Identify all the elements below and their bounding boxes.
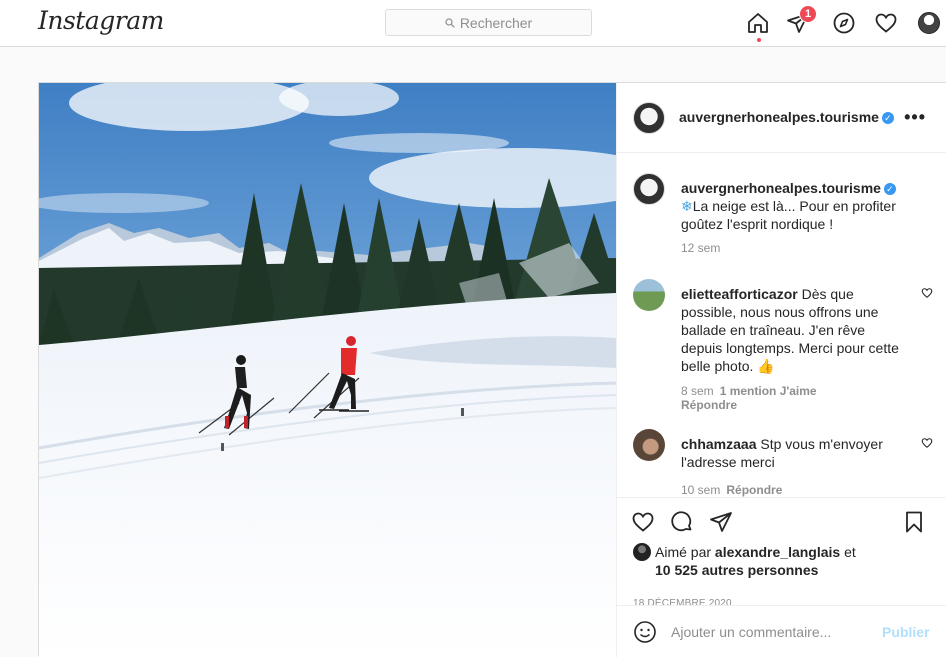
liked-by-and: et [844, 544, 856, 560]
comment-like-icon[interactable] [921, 287, 933, 299]
ski-landscape-image [39, 83, 616, 657]
activity-heart-icon[interactable] [874, 11, 898, 35]
post-photo[interactable] [39, 83, 616, 657]
comment-like-icon[interactable] [921, 437, 933, 449]
liker-avatar[interactable] [633, 543, 651, 561]
explore-icon[interactable] [832, 11, 856, 35]
author-name-row: auvergnerhonealpes.tourisme ✓ [679, 109, 894, 127]
profile-avatar[interactable] [918, 12, 940, 34]
post-container: auvergnerhonealpes.tourisme ✓ ••• auvergn… [38, 82, 946, 657]
comments-list: auvergnerhonealpes.tourisme ✓ ❄La neige e… [617, 154, 946, 497]
add-comment-bar: Publier [617, 605, 946, 657]
likes-summary: Aimé par alexandre_langlais et 10 525 au… [633, 543, 856, 579]
search-placeholder: Rechercher [459, 14, 533, 31]
comment-username[interactable]: chhamzaaa [681, 436, 756, 452]
more-options-icon[interactable]: ••• [904, 107, 926, 128]
comment-body: chhamzaaa Stp vous m'envoyer l'adresse m… [681, 435, 899, 471]
post-header: auvergnerhonealpes.tourisme ✓ ••• [617, 83, 946, 153]
verified-icon: ✓ [881, 112, 894, 124]
search-box[interactable]: Rechercher [385, 9, 592, 36]
commenter-avatar[interactable] [633, 279, 665, 311]
author-avatar-small[interactable] [633, 173, 665, 205]
comment-input[interactable] [671, 623, 876, 640]
caption-time[interactable]: 12 sem [681, 241, 720, 255]
reply-button[interactable]: Répondre [681, 398, 737, 412]
caption-body: auvergnerhonealpes.tourisme ✓ ❄La neige e… [681, 179, 899, 233]
snowflake-icon: ❄ [681, 198, 693, 214]
comment-time[interactable]: 8 sem [681, 384, 714, 398]
comment-meta: 10 sem Répondre [681, 483, 782, 497]
liked-by-others[interactable]: 10 525 autres personnes [633, 562, 818, 578]
instagram-logo[interactable]: Instagram [38, 6, 164, 35]
comment-icon[interactable] [670, 510, 694, 534]
author-avatar[interactable] [633, 102, 665, 134]
comment-username[interactable]: elietteafforticazor [681, 286, 798, 302]
comment-time[interactable]: 10 sem [681, 483, 720, 497]
comment-item: chhamzaaa Stp vous m'envoyer l'adresse m… [633, 429, 933, 497]
comment-body: elietteafforticazor Dès que possible, no… [681, 285, 899, 375]
liked-by-user[interactable]: alexandre_langlais [715, 544, 840, 560]
post-actions: Aimé par alexandre_langlais et 10 525 au… [617, 497, 946, 609]
comment-meta: 8 sem 1 mention J'aime Répondre [681, 384, 817, 412]
comment-item: elietteafforticazor Dès que possible, no… [633, 279, 933, 414]
caption-meta: 12 sem [681, 241, 720, 255]
home-icon[interactable] [746, 11, 770, 35]
home-active-dot [757, 38, 761, 42]
caption: auvergnerhonealpes.tourisme ✓ ❄La neige e… [633, 173, 933, 263]
verified-icon: ✓ [883, 183, 896, 195]
emoji-icon[interactable] [633, 620, 657, 644]
direct-notification-badge: 1 [799, 5, 817, 23]
post-side-panel: auvergnerhonealpes.tourisme ✓ ••• auvergn… [616, 83, 946, 657]
thumbs-up-icon: 👍 [757, 358, 775, 374]
like-icon[interactable] [631, 510, 655, 534]
top-navigation-bar: Instagram Rechercher 1 [0, 0, 946, 47]
bookmark-icon[interactable] [902, 510, 926, 534]
caption-text: La neige est là... Pour en profiter goût… [681, 198, 896, 232]
commenter-avatar[interactable] [633, 429, 665, 461]
publish-button[interactable]: Publier [882, 624, 929, 640]
caption-username[interactable]: auvergnerhonealpes.tourisme [681, 180, 881, 196]
liked-by-prefix: Aimé par [655, 544, 712, 560]
reply-button[interactable]: Répondre [726, 483, 782, 497]
author-username[interactable]: auvergnerhonealpes.tourisme [679, 109, 879, 125]
share-icon[interactable] [709, 510, 733, 534]
search-icon [445, 17, 455, 28]
comment-likes-count[interactable]: 1 mention J'aime [720, 384, 817, 398]
